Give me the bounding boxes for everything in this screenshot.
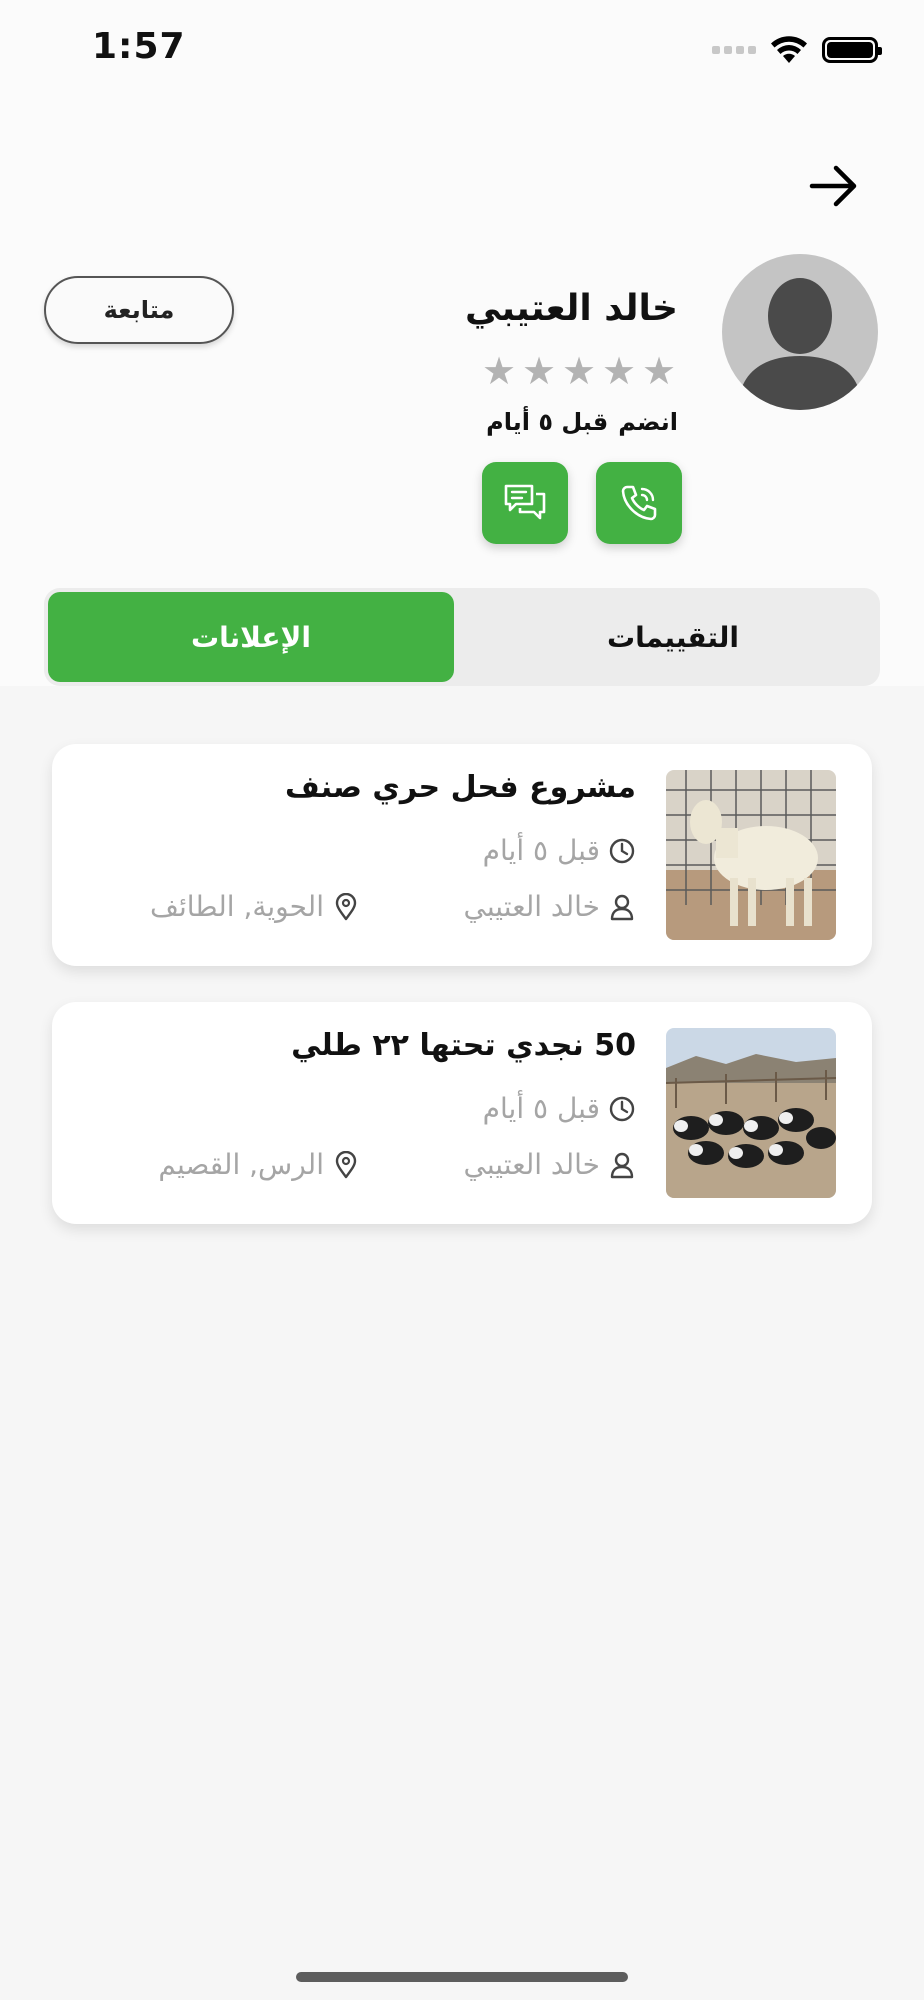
map-pin-icon (335, 1150, 357, 1178)
star-icon: ★ (561, 349, 597, 393)
chat-bubbles-icon (504, 484, 546, 520)
star-icon: ★ (601, 349, 637, 393)
profile-name: خالد العتيبي (465, 288, 678, 329)
listing-time-text: قبل ٥ أيام (482, 834, 600, 867)
wifi-icon (771, 36, 807, 63)
map-pin-icon (335, 892, 357, 920)
listing-time-text: قبل ٥ أيام (482, 1092, 600, 1125)
back-button[interactable] (808, 164, 860, 208)
listing-thumbnail (666, 770, 836, 940)
listing-time: قبل ٥ أيام (483, 834, 636, 867)
chat-button[interactable] (482, 462, 568, 544)
star-icon: ★ (641, 349, 677, 393)
home-indicator[interactable] (296, 1972, 628, 1982)
call-button[interactable] (596, 462, 682, 544)
listing-title: مشروع فحل حري صنف (284, 770, 636, 805)
joined-info: انضم قبل ٥ أيام (486, 408, 678, 436)
tab-ads[interactable]: الإعلانات (48, 592, 454, 682)
listing-owner: خالد العتيبي (464, 1148, 636, 1181)
listing-location: الرس, القصيم (158, 1148, 360, 1181)
cellular-signal-icon (712, 46, 756, 54)
arrow-right-icon (809, 165, 857, 207)
listing-location: الحوية, الطائف (150, 890, 360, 923)
battery-icon (822, 37, 882, 63)
listing-location-text: الحوية, الطائف (149, 890, 324, 923)
status-icons (712, 32, 882, 68)
user-icon (610, 1152, 634, 1178)
listing-title: 50 نجدي تحتها ٢٢ طلي (291, 1028, 636, 1063)
listing-owner-text: خالد العتيبي (463, 1148, 600, 1181)
tab-bar: الإعلانات التقييمات (44, 588, 880, 686)
listing-card[interactable]: 50 نجدي تحتها ٢٢ طلي قبل ٥ أيام خالد الع… (52, 1002, 872, 1224)
avatar (722, 254, 878, 410)
joined-value: قبل ٥ أيام (486, 408, 609, 436)
clock-icon (609, 838, 635, 863)
listing-card[interactable]: مشروع فحل حري صنف قبل ٥ أيام خالد العتيب… (52, 744, 872, 966)
star-icon: ★ (481, 349, 517, 393)
listing-thumbnail (666, 1028, 836, 1198)
follow-button[interactable]: متابعة (44, 276, 234, 344)
tab-reviews[interactable]: التقييمات (470, 592, 876, 682)
joined-label: انضم (618, 408, 678, 436)
clock-icon (609, 1096, 635, 1121)
star-icon: ★ (521, 349, 557, 393)
phone-icon (621, 485, 657, 521)
sheep-flock-photo (666, 1028, 836, 1198)
user-icon (610, 894, 634, 920)
rating-stars: ★ ★ ★ ★ ★ (480, 352, 678, 390)
status-time: 1:57 (92, 26, 186, 67)
person-silhouette-icon (738, 278, 862, 410)
listing-owner: خالد العتيبي (464, 890, 636, 923)
listing-owner-text: خالد العتيبي (463, 890, 600, 923)
listing-location-text: الرس, القصيم (158, 1148, 324, 1181)
listing-time: قبل ٥ أيام (483, 1092, 636, 1125)
sheep-photo (666, 770, 836, 940)
